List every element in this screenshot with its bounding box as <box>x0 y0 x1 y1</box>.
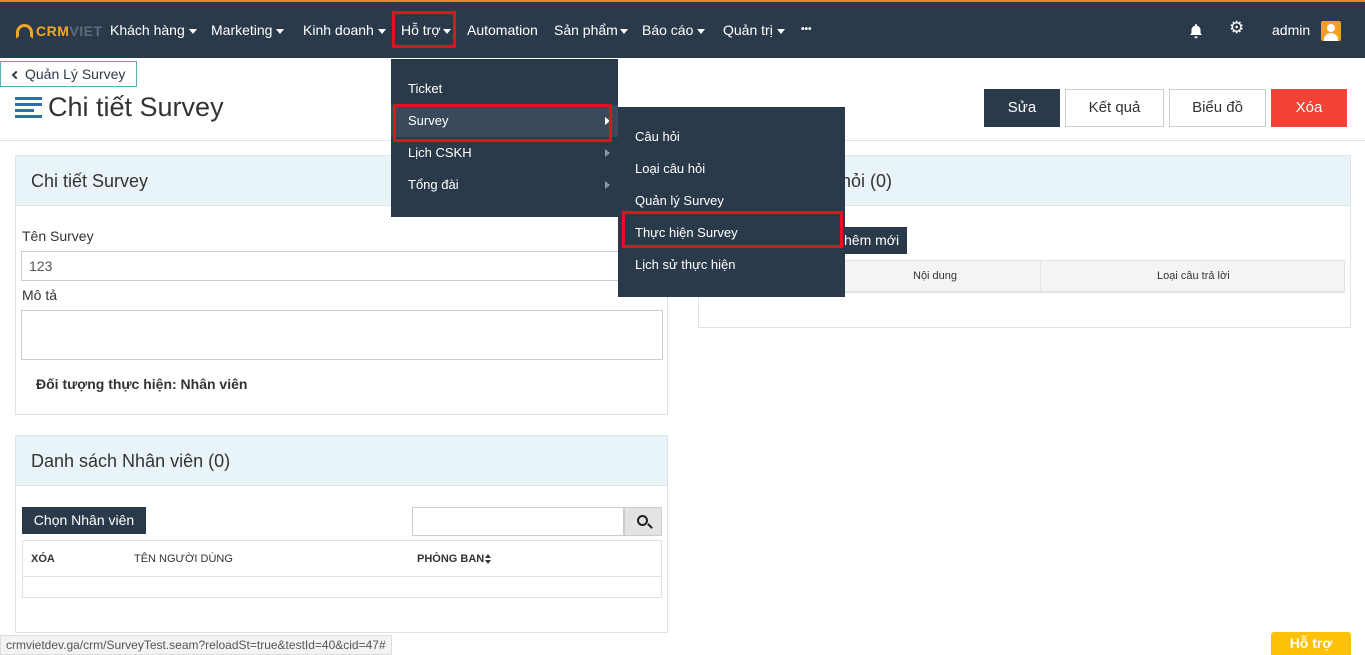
employee-search-input[interactable] <box>412 507 624 536</box>
choose-employee-button[interactable]: Chọn Nhân viên <box>22 507 146 534</box>
menu-item-call-center-label: Tổng đài <box>408 177 459 192</box>
nav-reports-label: Báo cáo <box>642 22 694 38</box>
survey-submenu: Câu hỏi Loại câu hỏi Quản lý Survey Thực… <box>618 107 845 297</box>
crmviet-logo[interactable]: CRM VIET <box>16 21 103 41</box>
chevron-left-icon <box>11 70 21 80</box>
delete-button[interactable]: Xóa <box>1271 89 1347 127</box>
take-survey-highlight-box <box>622 211 843 248</box>
page-title: Chi tiết Survey <box>48 92 224 122</box>
back-to-survey-list-button[interactable]: Quản Lý Survey <box>0 61 137 87</box>
nav-sales[interactable]: Kinh doanh <box>303 12 386 48</box>
help-button[interactable]: Hỗ trợ <box>1271 632 1351 655</box>
nav-reports[interactable]: Báo cáo <box>642 12 706 48</box>
submenu-item-questions[interactable]: Câu hỏi <box>618 121 845 153</box>
caret-down-icon <box>776 28 785 34</box>
caret-down-icon <box>697 28 706 34</box>
user-name[interactable]: admin <box>1272 22 1310 38</box>
nav-sales-label: Kinh doanh <box>303 22 374 38</box>
description-label: Mô tả <box>22 287 58 303</box>
menu-item-care-schedule-label: Lịch CSKH <box>408 145 472 160</box>
nav-more[interactable]: ••• <box>801 12 812 48</box>
submenu-item-history[interactable]: Lịch sử thực hiện <box>618 249 845 281</box>
col-department-label: PHÒNG BAN <box>417 553 485 565</box>
support-highlight-box <box>392 11 456 48</box>
user-avatar-icon[interactable] <box>1321 21 1341 41</box>
nav-admin[interactable]: Quản trị <box>723 12 785 48</box>
submenu-item-question-types[interactable]: Loại câu hỏi <box>618 153 845 185</box>
chart-button[interactable]: Biểu đồ <box>1169 89 1266 127</box>
caret-right-icon <box>605 181 610 189</box>
nav-automation-label: Automation <box>467 22 538 38</box>
caret-down-icon <box>619 28 628 34</box>
logo-crm-text: CRM <box>36 23 70 39</box>
survey-highlight-box <box>393 104 612 142</box>
col-department[interactable]: PHÒNG BAN <box>417 541 492 577</box>
caret-down-icon <box>188 28 197 34</box>
logo-viet-text: VIET <box>69 23 103 39</box>
panel-heading: Danh sách Nhân viên (0) <box>16 436 667 486</box>
result-button[interactable]: Kết quả <box>1065 89 1164 127</box>
bell-icon[interactable] <box>1188 23 1204 39</box>
nav-marketing-label: Marketing <box>211 22 273 38</box>
caret-down-icon <box>276 28 285 34</box>
question-heading-text: hỏi (0) <box>841 171 893 191</box>
nav-admin-label: Quản trị <box>723 22 773 38</box>
menu-item-ticket[interactable]: Ticket <box>391 73 618 105</box>
logo-mark-icon <box>16 23 33 39</box>
col-username[interactable]: TÊN NGƯỜI DÙNG <box>134 541 233 577</box>
table-header: XÓA TÊN NGƯỜI DÙNG PHÒNG BAN <box>23 541 661 577</box>
list-icon <box>15 97 42 118</box>
employee-table: XÓA TÊN NGƯỜI DÙNG PHÒNG BAN <box>22 540 662 598</box>
target-audience-text: Đối tượng thực hiện: Nhân viên <box>36 376 248 392</box>
col-content: Nội dung <box>913 270 958 282</box>
description-field[interactable] <box>21 310 663 360</box>
caret-right-icon <box>605 149 610 157</box>
more-dots-icon: ••• <box>801 24 812 35</box>
nav-marketing[interactable]: Marketing <box>211 12 285 48</box>
survey-name-label: Tên Survey <box>22 228 94 244</box>
back-button-label: Quản Lý Survey <box>25 66 126 82</box>
gear-icon[interactable]: ⚙ <box>1229 19 1245 36</box>
col-answer-type: Loại câu trả lời <box>1157 270 1230 282</box>
menu-item-call-center[interactable]: Tổng đài <box>391 169 618 201</box>
status-bar-url: crmvietdev.ga/crm/SurveyTest.seam?reload… <box>0 635 392 655</box>
col-delete: XÓA <box>31 553 55 565</box>
edit-button[interactable]: Sửa <box>984 89 1060 127</box>
top-navbar: CRM VIET Khách hàng Marketing Kinh doanh… <box>0 0 1365 58</box>
employee-list-panel: Danh sách Nhân viên (0) Chọn Nhân viên X… <box>15 435 668 633</box>
nav-customers-label: Khách hàng <box>110 22 185 38</box>
caret-down-icon <box>377 28 386 34</box>
nav-products[interactable]: Sản phẩm <box>554 12 628 48</box>
nav-automation[interactable]: Automation <box>467 12 538 48</box>
survey-name-field[interactable]: 123 <box>21 251 663 281</box>
nav-customers[interactable]: Khách hàng <box>110 12 197 48</box>
add-question-button[interactable]: hêm mới <box>839 227 907 254</box>
search-button[interactable] <box>624 507 662 536</box>
nav-products-label: Sản phẩm <box>554 22 618 38</box>
